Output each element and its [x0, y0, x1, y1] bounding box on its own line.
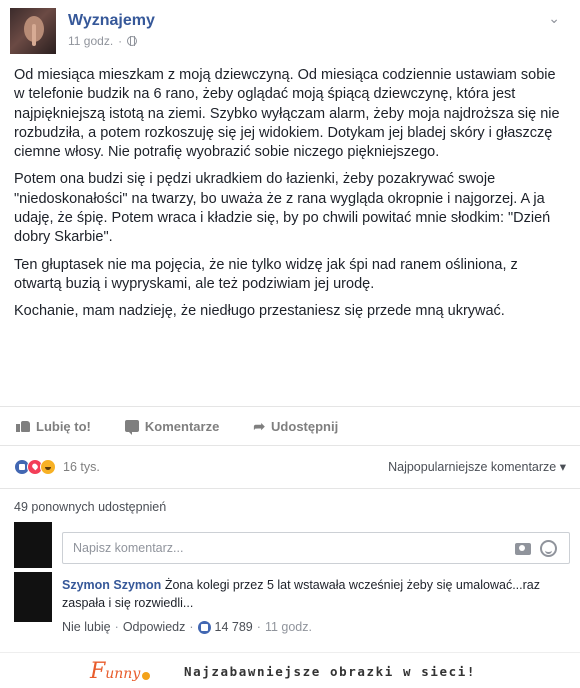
comment: Szymon Szymon Żona kolegi przez 5 lat ws…: [14, 572, 570, 644]
like-icon: [16, 420, 30, 432]
separator-dot: ·: [189, 620, 194, 634]
comments-sort-dropdown[interactable]: Najpopularniejsze komentarze ▾: [388, 459, 566, 474]
emoji-icon[interactable]: [540, 540, 557, 557]
post-paragraph: Kochanie, mam nadzieję, że niedługo prze…: [14, 303, 505, 320]
post-header: Wyznajemy 11 godz. · ⌄: [10, 8, 570, 56]
comment-label: Komentarze: [144, 418, 220, 434]
post-paragraph: Od miesiąca mieszkam z moją dziewczyną. …: [14, 67, 560, 161]
funny-logo: F unny: [90, 657, 151, 685]
haha-reaction-icon: [40, 459, 56, 475]
separator-dot: ·: [118, 34, 123, 48]
logo-dot: [142, 672, 151, 680]
watermark-footer: F unny Najzabawniejsze obrazki w sieci!: [0, 652, 580, 688]
avatar-finger: [32, 24, 36, 46]
camera-icon[interactable]: [515, 543, 531, 555]
share-icon: ➦: [253, 417, 266, 434]
logo-f: F: [90, 658, 106, 684]
chevron-down-icon[interactable]: ⌄: [548, 10, 560, 27]
facebook-post: Wyznajemy 11 godz. · ⌄ Od miesiąca miesz…: [0, 0, 580, 655]
comment-meta: Nie lubię · Odpowiedz · 14 789 · 11 godz…: [62, 620, 312, 634]
reply-link[interactable]: Odpowiedz: [123, 620, 186, 634]
comment-input[interactable]: Napisz komentarz...: [62, 532, 570, 564]
post-body: Od miesiąca mieszkam z moją dziewczyną. …: [14, 66, 564, 330]
post-paragraph: Potem ona budzi się i pędzi ukradkiem do…: [14, 171, 551, 246]
like-button[interactable]: Lubię to!: [16, 419, 91, 434]
comment-text: Szymon Szymon Żona kolegi przez 5 lat ws…: [62, 576, 562, 612]
page-avatar[interactable]: [10, 8, 56, 54]
post-actions-bar: Lubię to! Komentarze ➦ Udostępnij: [0, 406, 580, 446]
commenter-avatar[interactable]: [14, 572, 52, 622]
divider: [0, 488, 580, 489]
user-avatar: [14, 522, 52, 568]
post-meta: 11 godz. ·: [68, 34, 138, 48]
unlike-link[interactable]: Nie lubię: [62, 620, 111, 634]
globe-icon: [127, 36, 138, 46]
comment-placeholder: Napisz komentarz...: [73, 541, 184, 555]
share-label: Udostępnij: [271, 418, 339, 434]
comment-icon: [124, 420, 139, 435]
comment-button[interactable]: Komentarze: [124, 418, 220, 435]
page-name[interactable]: Wyznajemy: [68, 12, 155, 30]
separator-dot: ·: [256, 620, 261, 634]
post-time[interactable]: 11 godz.: [68, 34, 113, 48]
shares-count[interactable]: 49 ponownych udostępnień: [14, 500, 166, 514]
separator-dot: ·: [114, 620, 119, 634]
comment-author[interactable]: Szymon Szymon: [62, 578, 161, 592]
logo-rest: unny: [105, 666, 141, 682]
reactions-count: 16 tys.: [63, 460, 100, 474]
reactions-summary[interactable]: 16 tys. Najpopularniejsze komentarze ▾: [14, 454, 570, 480]
comment-likes-count[interactable]: 14 789: [215, 620, 253, 634]
like-label: Lubię to!: [36, 418, 91, 434]
footer-tagline: Najzabawniejsze obrazki w sieci!: [184, 664, 477, 679]
comment-time[interactable]: 11 godz.: [265, 620, 312, 634]
post-paragraph: Ten głuptasek nie ma pojęcia, że nie tyl…: [14, 256, 518, 292]
share-button[interactable]: ➦ Udostępnij: [253, 418, 338, 435]
like-icon: [197, 620, 211, 634]
comment-composer: Napisz komentarz...: [14, 522, 570, 570]
